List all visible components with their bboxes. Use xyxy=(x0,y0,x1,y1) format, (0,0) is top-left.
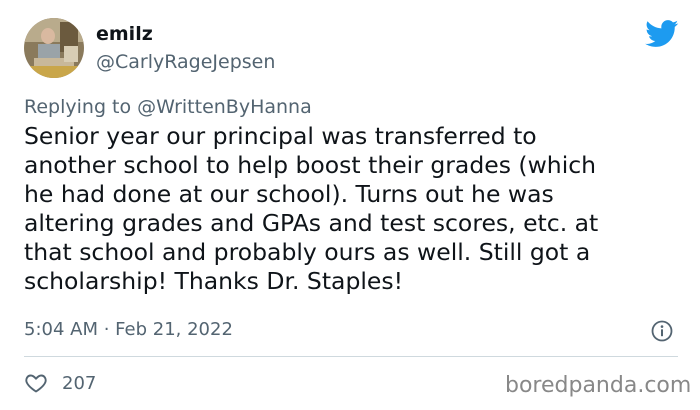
reply-context: Replying to @WrittenByHanna xyxy=(24,96,312,118)
info-icon[interactable] xyxy=(651,320,673,342)
avatar[interactable] xyxy=(24,18,84,78)
divider xyxy=(24,356,678,357)
reply-prefix: Replying to xyxy=(24,96,138,118)
like-count: 207 xyxy=(62,372,97,394)
watermark: boredpanda.com xyxy=(505,373,692,398)
user-handle[interactable]: @CarlyRageJepsen xyxy=(96,51,275,73)
display-name[interactable]: emilz xyxy=(96,23,153,45)
like-button[interactable]: 207 xyxy=(24,371,96,395)
heart-icon[interactable] xyxy=(24,371,48,395)
tweet-timestamp[interactable]: 5:04 AM · Feb 21, 2022 xyxy=(24,319,233,340)
reply-mention-link[interactable]: @WrittenByHanna xyxy=(137,96,312,118)
tweet-text: Senior year our principal was transferre… xyxy=(24,122,599,295)
tweet-card: emilz @CarlyRageJepsen Replying to @Writ… xyxy=(0,0,700,410)
twitter-bird-icon[interactable] xyxy=(645,20,679,48)
